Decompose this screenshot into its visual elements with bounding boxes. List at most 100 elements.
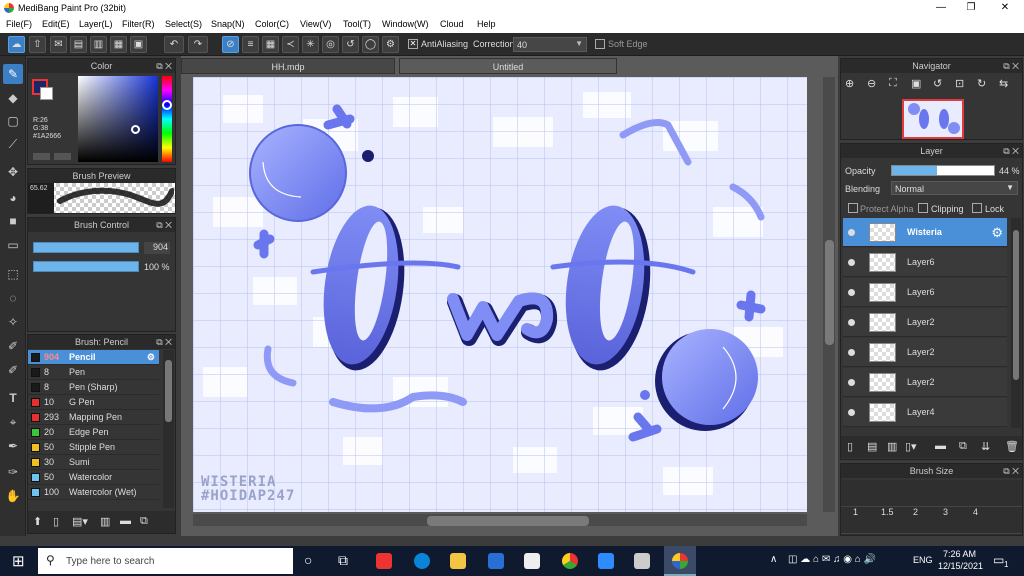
drawing-canvas[interactable]: WISTERIA #HOIDAP247 bbox=[193, 77, 807, 512]
panel-close-icon[interactable]: ⧉ ✕ bbox=[1003, 464, 1019, 478]
document-icon[interactable]: ▥ bbox=[90, 36, 107, 53]
redo-icon[interactable]: ↷ bbox=[188, 36, 208, 53]
brush-size-value[interactable]: 904 bbox=[144, 242, 170, 254]
magic-wand-icon[interactable]: ✧ bbox=[3, 312, 23, 332]
rotate-left-icon[interactable]: ↺ bbox=[933, 77, 942, 90]
cross-snap-icon[interactable]: ▦ bbox=[262, 36, 279, 53]
divide-tool-icon[interactable]: ⌖ bbox=[3, 412, 23, 432]
rotate-reset-icon[interactable]: ⊡ bbox=[955, 77, 964, 90]
layer-row[interactable]: Wisteria ⚙ bbox=[843, 218, 1007, 247]
close-button[interactable]: ✕ bbox=[990, 1, 1020, 15]
brush-size-1-5[interactable]: 1.5 bbox=[881, 507, 894, 517]
layer-opacity-slider[interactable] bbox=[891, 165, 995, 176]
tab-hh-mdp[interactable]: HH.mdp bbox=[181, 58, 395, 74]
taskbar-search-box[interactable]: ⚲ Type here to search bbox=[38, 548, 293, 574]
brush-properties-icon[interactable]: ▥ bbox=[100, 515, 110, 528]
brush-folder-icon[interactable]: ▬ bbox=[120, 515, 131, 527]
brush-size-slider[interactable] bbox=[33, 242, 139, 253]
layer-row[interactable]: Layer6 bbox=[843, 278, 1007, 307]
menu-window[interactable]: Window(W) bbox=[382, 19, 429, 29]
brush-item[interactable]: 8 Pen bbox=[28, 365, 159, 380]
edge-browser-icon[interactable] bbox=[414, 553, 430, 569]
hand-tool-icon[interactable]: ✋ bbox=[3, 486, 23, 506]
maximize-button[interactable]: ❐ bbox=[956, 1, 986, 15]
correction-select[interactable]: 40 ▼ bbox=[513, 37, 587, 52]
hue-slider[interactable] bbox=[162, 76, 172, 162]
menu-snap[interactable]: Snap(N) bbox=[211, 19, 245, 29]
brush-item[interactable]: 50 Watercolor bbox=[28, 470, 159, 485]
eyedropper-icon[interactable]: ✒ bbox=[3, 436, 23, 456]
brush-item[interactable]: 20 Edge Pen bbox=[28, 425, 159, 440]
tray-icons[interactable]: ◫ ☁ ⌂ ✉ ♫ ◉ ⌂ 🔊 bbox=[788, 554, 876, 565]
fill-tool-icon[interactable]: ◕ bbox=[3, 188, 23, 208]
layer-row[interactable]: Layer6 bbox=[843, 248, 1007, 277]
file-explorer-icon[interactable] bbox=[450, 553, 466, 569]
add-brush-icon[interactable]: ⬆ bbox=[33, 515, 42, 528]
radial-snap-icon[interactable]: ✳ bbox=[302, 36, 319, 53]
eraser-tool-icon[interactable]: ◆ bbox=[3, 88, 23, 108]
duplicate-layer-icon[interactable]: ⧉ bbox=[959, 440, 967, 453]
layer-row[interactable]: Layer2 bbox=[843, 308, 1007, 337]
pen-tool-icon[interactable]: ✎ bbox=[3, 64, 23, 84]
pen-nib-icon[interactable]: ✑ bbox=[3, 462, 23, 482]
fit-screen-icon[interactable]: ⛶ bbox=[889, 77, 897, 90]
visibility-eye-icon[interactable] bbox=[848, 229, 855, 236]
vanishing-snap-icon[interactable]: ≺ bbox=[282, 36, 299, 53]
brush-size-1[interactable]: 1 bbox=[853, 507, 858, 517]
delete-layer-icon[interactable]: 🗑 bbox=[1005, 440, 1019, 453]
menu-tool[interactable]: Tool(T) bbox=[343, 19, 371, 29]
lock-checkbox[interactable] bbox=[972, 203, 982, 213]
grid-icon[interactable]: ▦ bbox=[110, 36, 127, 53]
photos-icon[interactable] bbox=[634, 553, 650, 569]
paint-app-icon[interactable] bbox=[376, 553, 392, 569]
rectangle-tool-icon[interactable]: ▢ bbox=[3, 111, 23, 131]
brush-item[interactable]: 8 Pen (Sharp) bbox=[28, 380, 159, 395]
language-indicator[interactable]: ENG bbox=[913, 555, 933, 565]
brush-list-scrollbar[interactable] bbox=[163, 350, 174, 508]
panel-close-icon[interactable]: ⧉ ✕ bbox=[1003, 59, 1019, 73]
panel-close-icon[interactable]: ⧉ ✕ bbox=[156, 59, 172, 73]
brush-item[interactable]: 50 Stipple Pen bbox=[28, 440, 159, 455]
circle-snap-icon[interactable]: ◎ bbox=[322, 36, 339, 53]
medibang-taskbar-button[interactable] bbox=[664, 546, 696, 576]
new-layer-icon[interactable]: ▯ bbox=[847, 440, 853, 453]
brush-item[interactable]: 293 Mapping Pen bbox=[28, 410, 159, 425]
store-icon[interactable] bbox=[488, 553, 504, 569]
blending-select[interactable]: Normal ▼ bbox=[891, 181, 1018, 195]
zoom-app-icon[interactable] bbox=[598, 553, 614, 569]
ellipse-snap-icon[interactable]: ◯ bbox=[362, 36, 379, 53]
move-tool-icon[interactable]: ✥ bbox=[3, 162, 23, 182]
rotate-right-icon[interactable]: ↻ bbox=[977, 77, 986, 90]
actual-size-icon[interactable]: ▣ bbox=[911, 77, 921, 90]
secondary-color-swatch[interactable] bbox=[40, 87, 53, 100]
visibility-eye-icon[interactable] bbox=[848, 319, 855, 326]
share-icon[interactable]: ⇧ bbox=[29, 36, 46, 53]
menu-cloud[interactable]: Cloud bbox=[440, 19, 464, 29]
text-tool-icon[interactable]: T bbox=[3, 388, 23, 408]
snap-settings-icon[interactable]: ⚙ bbox=[382, 36, 399, 53]
select-tool-icon[interactable]: ⬚ bbox=[3, 264, 23, 284]
panel-icon[interactable]: ▣ bbox=[130, 36, 147, 53]
brush-settings-gear-icon[interactable]: ⚙ bbox=[147, 350, 155, 365]
layer-row[interactable]: Layer2 bbox=[843, 338, 1007, 367]
lasso-tool-icon[interactable]: ◌ bbox=[3, 288, 23, 308]
menu-file[interactable]: File(F) bbox=[6, 19, 32, 29]
line-tool-icon[interactable]: ⟋ bbox=[3, 134, 23, 154]
visibility-eye-icon[interactable] bbox=[848, 289, 855, 296]
curve-snap-icon[interactable]: ↺ bbox=[342, 36, 359, 53]
brush-list-scroll-thumb[interactable] bbox=[165, 360, 172, 422]
visibility-eye-icon[interactable] bbox=[848, 379, 855, 386]
minimize-button[interactable]: — bbox=[926, 1, 956, 15]
brush-item[interactable]: 904 Pencil ⚙ bbox=[28, 350, 159, 365]
saturation-value-picker[interactable] bbox=[78, 76, 158, 162]
menu-view[interactable]: View(V) bbox=[300, 19, 331, 29]
color-remove-button[interactable] bbox=[54, 153, 71, 160]
layer-list-scroll-thumb[interactable] bbox=[1013, 230, 1019, 380]
task-view-icon[interactable]: ⧉ bbox=[338, 552, 348, 569]
visibility-eye-icon[interactable] bbox=[848, 409, 855, 416]
gradient-tool-icon[interactable]: ▭ bbox=[3, 235, 23, 255]
flip-icon[interactable]: ⇆ bbox=[999, 77, 1008, 90]
brush-size-3[interactable]: 3 bbox=[943, 507, 948, 517]
menu-help[interactable]: Help bbox=[477, 19, 496, 29]
layer-row[interactable]: Layer4 bbox=[843, 398, 1007, 427]
